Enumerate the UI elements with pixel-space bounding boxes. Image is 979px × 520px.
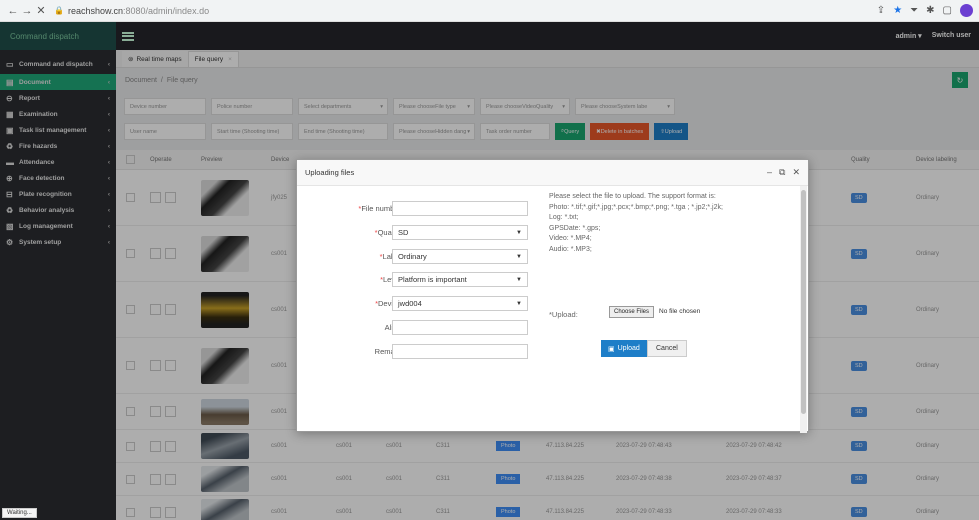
format-line: Log: *.txt;	[549, 214, 579, 221]
back-icon[interactable]: ←	[6, 5, 20, 17]
maximize-icon[interactable]: ⧉	[779, 167, 785, 178]
select-value: jwd004	[398, 299, 422, 308]
lock-icon: 🔒	[54, 6, 64, 15]
window-icon[interactable]: ▢	[943, 5, 952, 16]
select-value: Platform is important	[398, 275, 467, 284]
upload-icon: ▣	[608, 345, 615, 353]
label-select[interactable]: Ordinary ▼	[392, 249, 528, 264]
close-icon[interactable]: ✕	[792, 167, 800, 178]
chevron-down-icon: ▼	[516, 300, 522, 307]
status-text: Waiting...	[2, 508, 37, 518]
upload-label: *Upload:	[549, 310, 578, 319]
quality-select[interactable]: SD ▼	[392, 225, 528, 240]
star-icon[interactable]: ★	[893, 5, 902, 16]
select-value: SD	[398, 228, 409, 237]
format-line: Video: *.MP4;	[549, 235, 592, 242]
dialog-body: *File number: *Quality: SD▼ *Label: Ordi…	[297, 186, 808, 433]
chevron-down-icon: ▼	[516, 253, 522, 260]
cancel-button[interactable]: Cancel	[647, 340, 687, 357]
forward-icon[interactable]: →	[20, 5, 34, 17]
profile-icon[interactable]	[960, 4, 973, 17]
alias-input[interactable]	[392, 320, 528, 335]
address-bar[interactable]: 🔒 reachshow.cn:8080/admin/index.do	[54, 3, 209, 19]
select-value: Ordinary	[398, 252, 427, 261]
label-text: Upload:	[551, 310, 578, 319]
chevron-down-icon: ▼	[516, 229, 522, 236]
url-path: :8080/admin/index.do	[123, 5, 210, 16]
no-file-text: No file chosen	[659, 308, 701, 315]
minimize-icon[interactable]: –	[767, 167, 772, 178]
share-icon[interactable]: ⇪	[877, 5, 885, 16]
format-line: Photo: *.tif;*.gif;*.jpg;*.pcx;*.bmp;*.p…	[549, 203, 723, 211]
dialog-header: Uploading files – ⧉ ✕	[297, 160, 808, 186]
format-line: Audio: *.MP3;	[549, 245, 592, 253]
browser-toolbar: ← → ✕ 🔒 reachshow.cn:8080/admin/index.do…	[0, 0, 979, 22]
device-select[interactable]: jwd004 ▼	[392, 296, 528, 311]
dialog-title: Uploading files	[305, 168, 355, 177]
filter-icon[interactable]: ⏷	[910, 5, 918, 16]
upload-dialog: Uploading files – ⧉ ✕ *File number: *Qua…	[296, 159, 809, 433]
stop-icon[interactable]: ✕	[34, 4, 48, 17]
browser-actions: ⇪ ★ ⏷ ✱ ▢	[877, 4, 973, 17]
upload-button[interactable]: ▣ Upload	[601, 340, 647, 357]
format-line: Please select the file to upload. The su…	[549, 193, 716, 200]
remark-input[interactable]	[392, 344, 528, 359]
button-label: Upload	[617, 345, 640, 352]
extensions-icon[interactable]: ✱	[926, 5, 934, 16]
url-host: reachshow.cn	[67, 5, 124, 16]
scrollbar-thumb[interactable]	[801, 190, 806, 414]
file-number-input[interactable]	[392, 201, 528, 216]
dialog-scrollbar[interactable]	[800, 186, 807, 433]
format-line: GPSDate: *.gps;	[549, 224, 601, 232]
choose-files-button[interactable]: Choose Files	[609, 306, 655, 318]
format-help: Please select the file to upload. The su…	[549, 192, 799, 255]
chevron-down-icon: ▼	[516, 276, 522, 283]
level-select[interactable]: Platform is important ▼	[392, 272, 528, 287]
